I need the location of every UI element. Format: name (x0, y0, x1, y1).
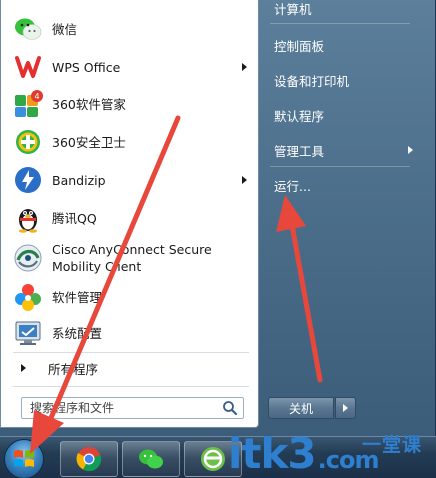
right-item-devices-printers[interactable]: 设备和打印机 (267, 67, 407, 93)
program-wps-office[interactable]: WPS Office (7, 49, 257, 85)
program-label: 软件管理 (52, 289, 103, 305)
program-wechat[interactable]: 微信 (7, 11, 257, 47)
360-security-icon (11, 125, 45, 159)
right-item-run[interactable]: 运行... (267, 172, 407, 198)
system-config-icon (11, 316, 45, 350)
submenu-arrow-icon (242, 176, 247, 184)
expand-arrow-icon (21, 364, 26, 372)
program-software-manager[interactable]: 软件管理 (7, 279, 257, 315)
shutdown-options-button[interactable] (335, 397, 356, 419)
chevron-right-icon (343, 404, 348, 412)
watermark-logo: itk3 .com (228, 422, 379, 478)
program-label-line1: Cisco AnyConnect Secure (52, 242, 212, 257)
right-item-label: 控制面板 (274, 38, 325, 54)
windows-logo-icon (14, 450, 34, 467)
divider (270, 166, 410, 167)
program-qq[interactable]: 腾讯QQ (7, 200, 257, 236)
bandizip-icon (11, 163, 45, 197)
shutdown-button[interactable]: 关机 (268, 397, 334, 419)
program-label: 微信 (52, 21, 78, 37)
right-item-control-panel[interactable]: 控制面板 (267, 32, 407, 58)
right-item-label: 运行... (274, 178, 311, 194)
right-item-computer[interactable]: 计算机 (267, 0, 407, 21)
program-label: WPS Office (52, 59, 121, 75)
start-menu-programs-pane: 微信 WPS Office 4 360软件管家 360安全卫士 Bandizip… (0, 0, 259, 428)
right-item-label: 设备和打印机 (274, 73, 350, 89)
360-software-manager-icon: 4 (11, 87, 45, 121)
right-item-label: 计算机 (274, 1, 312, 17)
program-label: 腾讯QQ (52, 210, 97, 226)
taskbar-chrome[interactable] (60, 441, 118, 477)
divider (13, 352, 249, 353)
shutdown-label: 关机 (288, 401, 313, 416)
all-programs-label: 所有程序 (48, 361, 99, 377)
start-button[interactable] (4, 439, 44, 478)
watermark-main: itk3 (228, 429, 317, 478)
search-input[interactable] (30, 399, 221, 417)
wechat-icon (11, 12, 45, 46)
360-browser-icon (201, 447, 225, 471)
program-label: 系统配置 (52, 325, 103, 341)
submenu-arrow-icon (408, 146, 413, 154)
divider (13, 386, 249, 387)
program-cisco-anyconnect[interactable]: Cisco AnyConnect Secure Mobility Client (7, 238, 257, 278)
right-item-label: 默认程序 (274, 108, 325, 124)
wechat-icon (139, 449, 163, 469)
program-system-config[interactable]: 系统配置 (7, 315, 257, 351)
search-icon[interactable] (221, 399, 239, 417)
cisco-anyconnect-icon (11, 241, 45, 275)
right-item-admin-tools[interactable]: 管理工具 (267, 137, 413, 163)
watermark-subtitle: 一堂课 (362, 434, 423, 456)
program-bandizip[interactable]: Bandizip (7, 162, 257, 198)
software-manager-icon (11, 280, 45, 314)
taskbar-wechat[interactable] (122, 441, 180, 477)
submenu-arrow-icon (242, 63, 247, 71)
wps-icon (11, 50, 45, 84)
program-label-line2: Mobility Client (52, 259, 142, 274)
start-menu: 微信 WPS Office 4 360软件管家 360安全卫士 Bandizip… (0, 0, 436, 436)
right-item-label: 管理工具 (274, 143, 325, 159)
program-label: 360安全卫士 (52, 134, 126, 150)
chrome-icon (76, 447, 102, 472)
program-label: Bandizip (52, 172, 106, 188)
divider (270, 23, 410, 24)
search-box[interactable] (21, 397, 244, 419)
right-item-default-programs[interactable]: 默认程序 (267, 102, 407, 128)
program-360-security[interactable]: 360安全卫士 (7, 124, 257, 160)
program-360-software-manager[interactable]: 4 360软件管家 (7, 86, 257, 122)
program-label: 360软件管家 (52, 96, 126, 112)
program-label-group: Cisco AnyConnect Secure Mobility Client (52, 241, 212, 275)
qq-penguin-icon (11, 201, 45, 235)
all-programs-button[interactable]: 所有程序 (7, 355, 257, 381)
badge-count: 4 (34, 92, 39, 101)
